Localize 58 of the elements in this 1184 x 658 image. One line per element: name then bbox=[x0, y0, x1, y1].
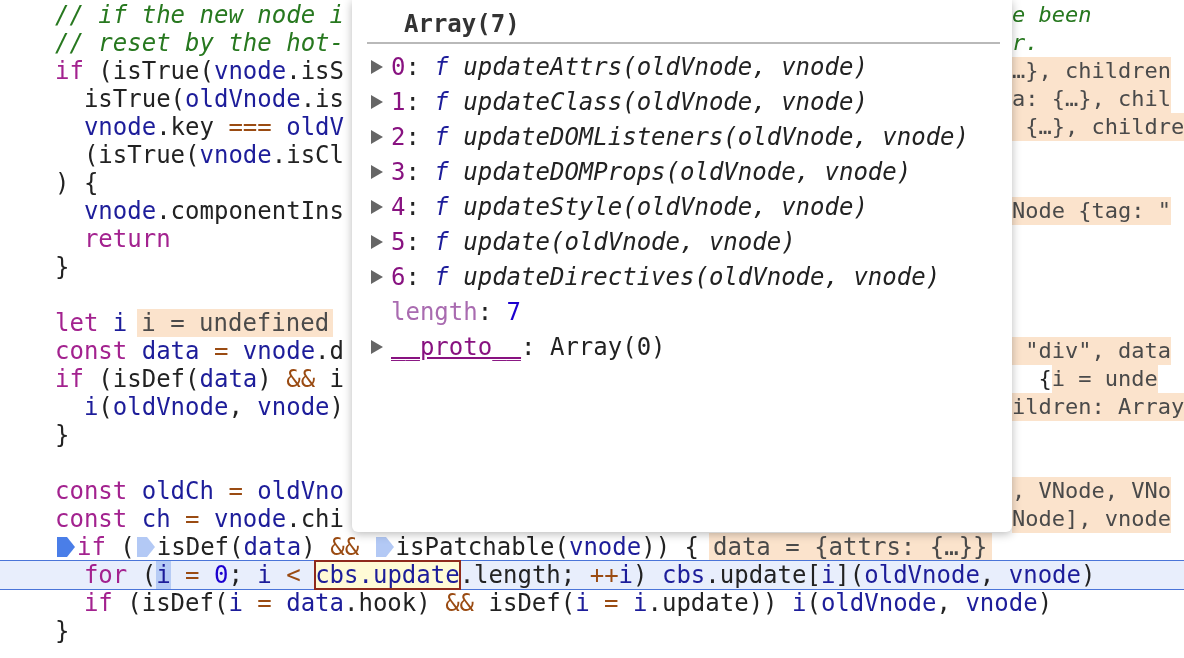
expand-triangle-icon[interactable] bbox=[371, 269, 383, 284]
property-text: __proto__: Array(0) bbox=[391, 332, 666, 361]
expand-triangle-icon[interactable] bbox=[371, 339, 383, 354]
popover-title: Array(7) bbox=[404, 9, 520, 40]
property-text: 3: f updateDOMProps(oldVnode, vnode) bbox=[391, 157, 912, 186]
execution-marker-icon[interactable] bbox=[134, 535, 157, 559]
code-text: i(oldVnode, vnode) bbox=[82, 393, 344, 421]
code-text: ) { bbox=[55, 169, 99, 197]
code-text: isDef(data) && bbox=[156, 533, 361, 561]
inline-value: …}, children bbox=[1012, 57, 1171, 85]
code-text: // reset by the hot- bbox=[55, 29, 344, 57]
inline-value: a: {…}, chil bbox=[1012, 85, 1171, 113]
expand-triangle-icon[interactable] bbox=[371, 59, 383, 74]
code-text: vnode.key === oldV bbox=[82, 113, 344, 141]
code-text: isTrue(oldVnode.is bbox=[82, 85, 344, 113]
expand-triangle-icon[interactable] bbox=[371, 129, 383, 144]
code-text: } bbox=[55, 421, 70, 449]
inline-value: i = unde bbox=[1051, 365, 1158, 393]
inline-value: ildren: Array bbox=[1012, 393, 1184, 421]
code-text: let i bbox=[55, 309, 128, 337]
inline-value: i = undefined bbox=[137, 309, 334, 337]
code-text: if (isDef(data) && i bbox=[55, 365, 344, 393]
inline-value: "div", data bbox=[1012, 337, 1171, 365]
property-text: 4: f updateStyle(oldVnode, vnode) bbox=[391, 192, 868, 221]
code-text: r. bbox=[1012, 29, 1039, 57]
code-text: if ( bbox=[77, 533, 135, 561]
inline-value: {…}, childre bbox=[1012, 113, 1184, 141]
property-text: length: 7 bbox=[391, 297, 522, 326]
code-text: const ch = vnode.chi bbox=[55, 505, 344, 533]
expand-triangle-icon[interactable] bbox=[371, 94, 383, 109]
execution-marker-icon[interactable] bbox=[55, 535, 77, 559]
code-text: } bbox=[55, 253, 70, 281]
code-text: isPatchable(vnode)) { bbox=[395, 533, 699, 561]
code-text: const data = vnode.d bbox=[55, 337, 344, 365]
property-text: 6: f updateDirectives(oldVnode, vnode) bbox=[391, 262, 941, 291]
code-text: // if the new node i bbox=[55, 1, 344, 29]
property-text: 2: f updateDOMListeners(oldVnode, vnode) bbox=[391, 122, 969, 151]
inline-value: Node {tag: " bbox=[1012, 197, 1171, 225]
inline-value: , VNode, VNo bbox=[1012, 477, 1171, 505]
code-text: vnode.componentIns bbox=[82, 197, 344, 225]
code-text: return bbox=[82, 225, 171, 253]
code-text: if (isDef(i = data.hook) && isDef(i = i.update)) i(oldVnode, vnode) bbox=[82, 589, 1053, 617]
execution-marker-icon[interactable] bbox=[373, 535, 396, 559]
expand-triangle-icon[interactable] bbox=[371, 234, 383, 249]
code-text: { bbox=[1037, 365, 1052, 393]
expand-triangle-icon[interactable] bbox=[371, 199, 383, 214]
expand-triangle-icon[interactable] bbox=[371, 164, 383, 179]
code-text: if (isTrue(vnode.isS bbox=[55, 57, 344, 85]
property-text: 5: f update(oldVnode, vnode) bbox=[391, 227, 796, 256]
code-text: e been bbox=[1012, 1, 1092, 29]
code-text: const oldCh = oldVno bbox=[55, 477, 344, 505]
code-text: for (i = 0; i < cbs.update.length; ++i) cbs.update[i](oldVnode, vnode) bbox=[82, 561, 1096, 589]
code-text: (isTrue(vnode.isCl bbox=[82, 141, 344, 169]
property-text: 0: f updateAttrs(oldVnode, vnode) bbox=[391, 52, 868, 81]
code-text: } bbox=[55, 617, 70, 645]
inline-value: data = {attrs: {…}} bbox=[709, 533, 992, 561]
inline-value: Node], vnode bbox=[1012, 505, 1171, 533]
property-text: 1: f updateClass(oldVnode, vnode) bbox=[391, 87, 868, 116]
